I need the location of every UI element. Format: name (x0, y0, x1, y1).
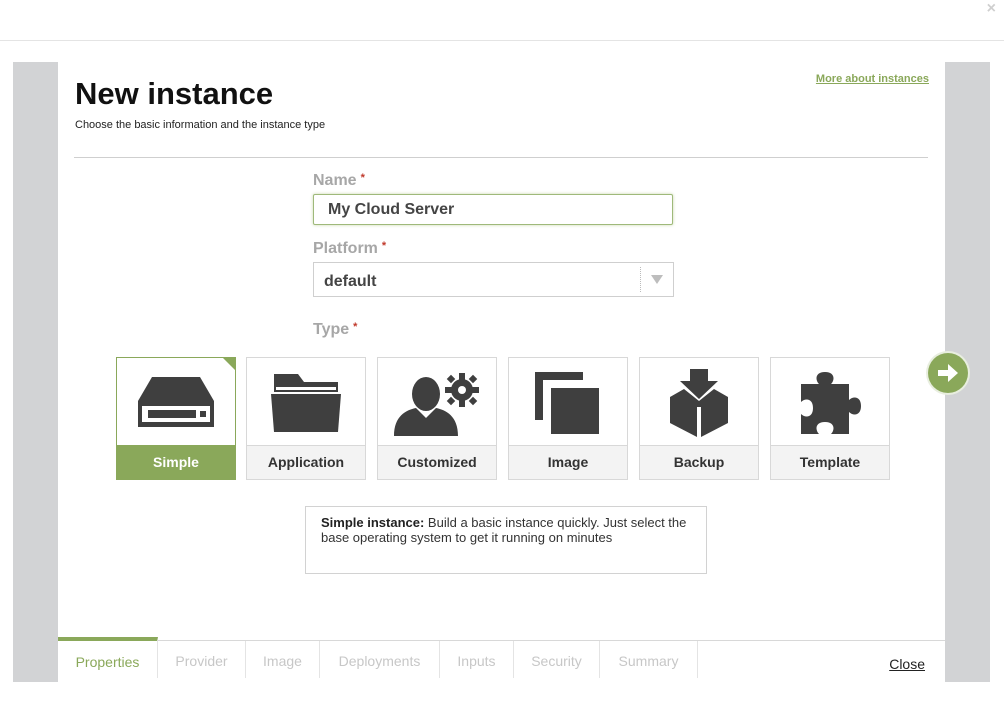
type-tile-label: Application (247, 445, 365, 479)
puzzle-piece-icon (771, 358, 889, 448)
tab-deployments[interactable]: Deployments (320, 641, 440, 678)
name-label-text: Name (313, 172, 357, 189)
type-tile-application[interactable]: Application (246, 357, 366, 480)
select-separator (640, 267, 641, 292)
next-step-button[interactable] (928, 353, 968, 393)
tab-summary[interactable]: Summary (600, 641, 698, 678)
tab-image[interactable]: Image (246, 641, 320, 678)
name-label: Name * (313, 172, 365, 190)
type-tile-customized[interactable]: Customized (377, 357, 497, 480)
type-tile-label: Template (771, 445, 889, 479)
tab-security[interactable]: Security (514, 641, 600, 678)
server-drive-icon (117, 358, 235, 448)
type-tile-backup[interactable]: Backup (639, 357, 759, 480)
tab-provider[interactable]: Provider (158, 641, 246, 678)
required-mark: * (360, 172, 365, 184)
description-title: Simple instance: (321, 515, 425, 530)
name-input[interactable] (313, 194, 673, 225)
required-mark: * (353, 321, 358, 333)
more-about-instances-link[interactable]: More about instances (816, 73, 929, 85)
platform-label: Platform * (313, 240, 386, 258)
type-tile-label: Image (509, 445, 627, 479)
page-title: New instance (75, 76, 274, 111)
new-instance-dialog: New instance Choose the basic informatio… (58, 62, 968, 683)
platform-select[interactable]: default (313, 262, 674, 297)
type-label: Type * (313, 321, 357, 339)
type-tile-simple[interactable]: Simple (116, 357, 236, 480)
user-gear-icon (378, 358, 496, 448)
platform-select-value: default (324, 273, 377, 290)
arrow-right-icon (938, 364, 958, 382)
type-tile-template[interactable]: Template (770, 357, 890, 480)
chevron-down-icon[interactable] (651, 275, 663, 284)
type-tile-label: Backup (640, 445, 758, 479)
type-description: Simple instance: Build a basic instance … (305, 506, 707, 574)
wizard-steps-footer: Properties Provider Image Deployments In… (58, 637, 945, 683)
type-tile-label: Customized (378, 445, 496, 479)
type-label-text: Type (313, 321, 350, 338)
window-close-icon[interactable]: × (987, 0, 996, 18)
instance-type-tiles: Simple Application Customized Image Back… (116, 357, 896, 482)
header-divider (74, 157, 928, 158)
type-tile-image[interactable]: Image (508, 357, 628, 480)
tab-inputs[interactable]: Inputs (440, 641, 514, 678)
tab-properties[interactable]: Properties (58, 637, 158, 678)
platform-label-text: Platform (313, 240, 378, 257)
close-link[interactable]: Close (889, 656, 925, 672)
folder-icon (247, 358, 365, 448)
required-mark: * (381, 240, 387, 252)
top-bar: × (0, 0, 1004, 41)
page-subtitle: Choose the basic information and the ins… (75, 119, 326, 131)
copy-squares-icon (509, 358, 627, 448)
type-tile-label: Simple (117, 445, 235, 479)
box-download-icon (640, 358, 758, 448)
